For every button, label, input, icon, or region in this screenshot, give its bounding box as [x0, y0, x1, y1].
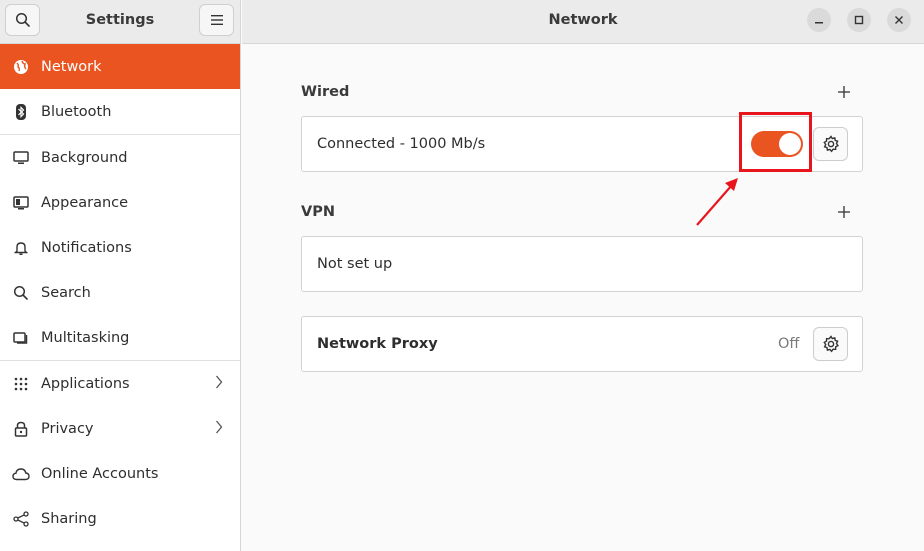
bell-icon: [12, 239, 30, 257]
proxy-state: Off: [778, 336, 800, 352]
network-proxy-label: Network Proxy: [317, 336, 438, 352]
multitasking-icon: [12, 329, 30, 347]
wired-section-label: Wired: [301, 84, 350, 100]
vpn-status: Not set up: [317, 256, 393, 272]
wired-settings-button[interactable]: [813, 127, 848, 161]
sidebar-item-label: Network: [41, 58, 102, 75]
highlight-box: [739, 112, 812, 172]
network-proxy-row[interactable]: Network Proxy Off: [301, 316, 863, 372]
add-vpn-button[interactable]: [835, 203, 853, 221]
sidebar-item-label: Background: [41, 149, 128, 166]
minimize-button[interactable]: [807, 8, 831, 32]
close-icon: [895, 16, 903, 24]
sidebar-item-notifications[interactable]: Notifications: [0, 225, 240, 270]
main-header: Network: [242, 0, 924, 44]
hamburger-icon: [210, 15, 223, 25]
sidebar-item-label: Applications: [41, 375, 130, 392]
sidebar-item-label: Sharing: [41, 510, 97, 527]
sidebar-item-label: Bluetooth: [41, 103, 112, 120]
vpn-row: Not set up: [301, 236, 863, 292]
globe-icon: [12, 58, 30, 76]
chevron-right-icon: [216, 420, 223, 434]
sidebar-item-network[interactable]: Network: [0, 44, 240, 89]
minimize-icon: [815, 22, 823, 24]
gear-icon: [822, 335, 839, 353]
sidebar-item-online-accounts[interactable]: Online Accounts: [0, 451, 240, 496]
sidebar-item-label: Notifications: [41, 239, 132, 256]
sidebar-item-privacy[interactable]: Privacy: [0, 406, 240, 451]
main-panel: Network Wired Connected - 1000 Mb/s VPN …: [242, 0, 924, 551]
sidebar-item-label: Privacy: [41, 420, 94, 437]
sidebar-item-bluetooth[interactable]: Bluetooth: [0, 89, 240, 134]
close-button[interactable]: [887, 8, 911, 32]
menu-button[interactable]: [199, 4, 234, 36]
proxy-settings-button[interactable]: [813, 327, 848, 361]
sidebar-item-label: Multitasking: [41, 329, 130, 346]
grid-icon: [12, 375, 30, 393]
sidebar-item-search[interactable]: Search: [0, 270, 240, 315]
bluetooth-icon: [12, 103, 30, 121]
sidebar-item-sharing[interactable]: Sharing: [0, 496, 240, 541]
share-icon: [12, 510, 30, 528]
search-icon: [12, 284, 30, 302]
sidebar-item-appearance[interactable]: Appearance: [0, 180, 240, 225]
sidebar-item-applications[interactable]: Applications: [0, 361, 240, 406]
lock-icon: [12, 420, 30, 438]
gear-icon: [822, 135, 839, 153]
sidebar-item-label: Appearance: [41, 194, 129, 211]
sidebar: Settings Network Bluetooth Background Ap…: [0, 0, 241, 551]
monitor-icon: [12, 149, 30, 167]
plus-icon: [838, 206, 850, 218]
sidebar-item-label: Search: [41, 284, 91, 301]
maximize-button[interactable]: [847, 8, 871, 32]
vpn-section-label: VPN: [301, 204, 335, 220]
sidebar-header: Settings: [0, 0, 240, 44]
sidebar-item-label: Online Accounts: [41, 465, 159, 482]
wired-status: Connected - 1000 Mb/s: [317, 136, 486, 152]
add-wired-button[interactable]: [835, 83, 853, 101]
maximize-icon: [854, 15, 864, 25]
annotation-arrow-icon: [696, 178, 738, 226]
sidebar-list: Network Bluetooth Background Appearance: [0, 44, 240, 541]
chevron-right-icon: [216, 375, 223, 389]
plus-icon: [838, 86, 850, 98]
sidebar-item-multitasking[interactable]: Multitasking: [0, 315, 240, 360]
cloud-icon: [12, 465, 30, 483]
sidebar-item-background[interactable]: Background: [0, 135, 240, 180]
appearance-icon: [12, 194, 30, 212]
